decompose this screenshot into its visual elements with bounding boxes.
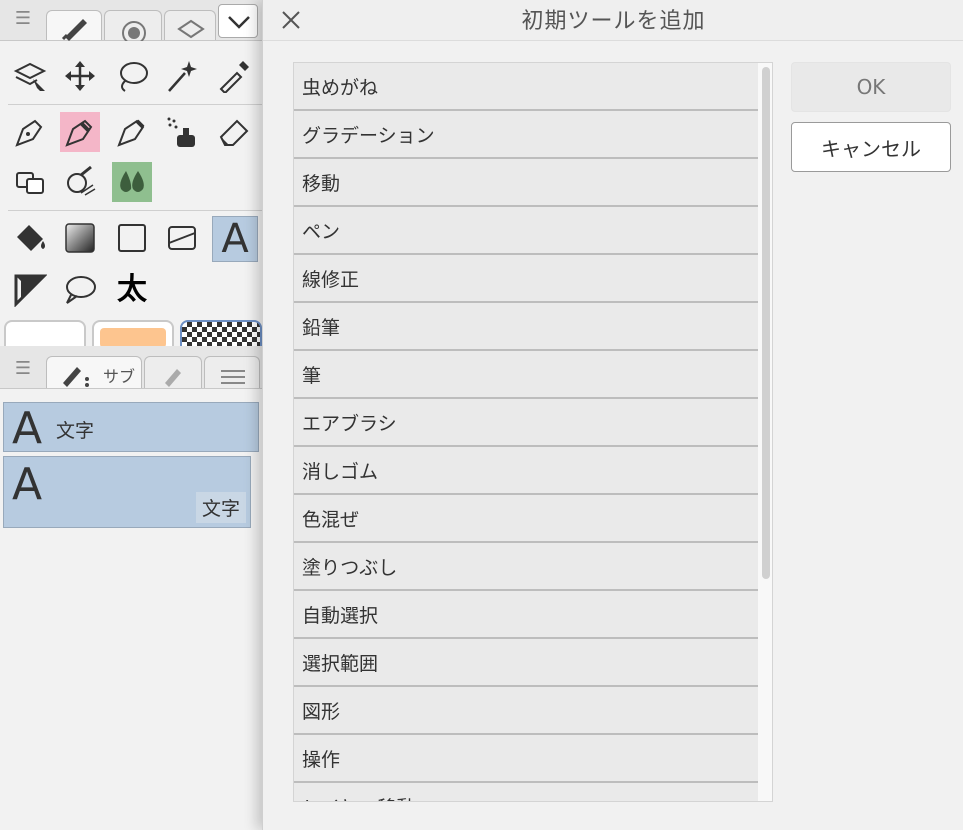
tab-brush-size[interactable] <box>204 356 260 388</box>
pen-tool[interactable] <box>10 112 50 152</box>
airbrush-icon <box>167 117 195 147</box>
droplets-icon <box>120 171 144 192</box>
subtool-tab-strip: ☰ サブ <box>0 346 262 389</box>
nib-icon <box>117 119 145 147</box>
tab-tools[interactable] <box>46 10 102 41</box>
tool-tab-strip: ☰ <box>0 0 262 45</box>
subtool-pen-icon <box>63 367 89 387</box>
subtool-item-label: 文字 <box>195 492 246 523</box>
tool-list-items: 虫めがね グラデーション 移動 ペン 線修正 鉛筆筆エアブラシ 消しゴム 色混ぜ 塗りつぶし 自動… <box>294 63 758 801</box>
property-pen-icon <box>165 369 181 387</box>
tool-list-item[interactable]: 図形 <box>294 687 758 735</box>
ruler-tool[interactable] <box>162 218 202 258</box>
figure-tool[interactable] <box>112 218 152 258</box>
speech-bubble-icon <box>66 276 96 304</box>
paint-bucket-icon <box>17 225 45 251</box>
fill-tool[interactable] <box>10 218 50 258</box>
cancel-button[interactable]: キャンセル <box>791 122 951 172</box>
brush-blend-tool[interactable] <box>60 162 100 202</box>
palette-menu-icon[interactable]: ☰ <box>14 8 32 29</box>
ruler-icon <box>168 226 196 250</box>
eyedropper-icon <box>219 61 249 93</box>
palette-divider <box>8 104 262 105</box>
eraser-icon <box>219 119 249 146</box>
tool-list-item[interactable]: ペン <box>294 207 758 255</box>
layer-select-tool[interactable] <box>10 56 50 96</box>
tool-list-item[interactable]: 移動 <box>294 159 758 207</box>
frame-border-icon <box>14 274 47 307</box>
brush-tab-icon <box>61 19 87 41</box>
lasso-icon <box>120 62 148 92</box>
magic-wand-tool[interactable] <box>162 56 202 96</box>
blend-brush-icon <box>67 165 96 196</box>
ok-button[interactable]: OK <box>791 62 951 112</box>
lasso-tool[interactable] <box>112 56 152 96</box>
blend-tool[interactable] <box>10 162 50 202</box>
airbrush-tool[interactable] <box>162 112 202 152</box>
tool-list-item[interactable]: レイヤー移動 <box>294 783 758 801</box>
chevron-down-icon <box>228 16 250 29</box>
subtool-item-text-large[interactable]: A 文字 <box>3 456 251 528</box>
color-swatch-transparent[interactable] <box>180 320 262 348</box>
text-subtool-icon: A <box>12 403 43 454</box>
tab-subtool[interactable]: サブ <box>46 356 142 388</box>
tab-record[interactable] <box>104 10 162 45</box>
tool-list-item[interactable]: エアブラシ <box>294 399 758 447</box>
tool-list-item[interactable]: 消しゴム <box>294 447 758 495</box>
tool-list-item[interactable]: 色混ぜ <box>294 495 758 543</box>
watercolor-tool[interactable] <box>112 162 152 202</box>
dialog-titlebar: 初期ツールを追加 <box>263 0 963 41</box>
layers-tab-icon <box>177 19 205 39</box>
tool-list-item[interactable]: 選択範囲 <box>294 639 758 687</box>
add-initial-tool-dialog: 初期ツールを追加 虫めがね グラデーション 移動 ペン 線修正 鉛筆筆エアブラシ 消しゴム色… <box>262 0 963 830</box>
tool-list-item[interactable]: 線修正 <box>294 255 758 303</box>
sliders-icon <box>221 370 245 384</box>
tool-list-item[interactable]: 鉛筆 <box>294 303 758 351</box>
tab-tool-property[interactable] <box>144 356 202 388</box>
blend-icon <box>16 172 44 194</box>
eyedropper-tool[interactable] <box>214 56 254 96</box>
marker-nib-icon <box>65 119 93 147</box>
tool-list-item[interactable]: 自動選択 <box>294 591 758 639</box>
marker-tool[interactable] <box>60 112 100 152</box>
tool-list-item[interactable]: 塗りつぶし <box>294 543 758 591</box>
subtool-tab-label: サブ <box>103 367 136 386</box>
pen-nib-icon <box>15 119 43 147</box>
frame-border-tool[interactable] <box>10 270 50 310</box>
tool-list-item[interactable]: 筆 <box>294 351 758 399</box>
bold-glyph: 太 <box>117 272 147 307</box>
tool-list[interactable]: 虫めがね グラデーション 移動 ペン 線修正 鉛筆筆エアブラシ 消しゴム 色混ぜ 塗りつぶし 自動… <box>293 62 773 802</box>
pencil-tool[interactable] <box>112 112 152 152</box>
balloon-tool[interactable] <box>60 270 100 310</box>
dialog-title: 初期ツールを追加 <box>521 9 706 34</box>
subtool-menu-icon[interactable]: ☰ <box>14 358 32 379</box>
text-tool[interactable]: A <box>212 216 258 262</box>
magic-wand-icon <box>168 61 197 92</box>
text-subtool-icon: A <box>12 459 43 510</box>
tool-list-item[interactable]: 操作 <box>294 735 758 783</box>
tool-list-item[interactable]: グラデーション <box>294 111 758 159</box>
palette-dropdown-button[interactable] <box>218 4 258 38</box>
palette-divider <box>8 210 262 211</box>
tool-palette: ☰ A 太 ☰ サブ A 文字 A 文字 <box>0 0 262 830</box>
text-tool-icon: A <box>221 216 249 262</box>
tool-list-scrollbar[interactable] <box>762 67 770 579</box>
layer-select-icon <box>13 62 47 91</box>
subtool-item-label: 文字 <box>56 420 95 442</box>
gradient-tool[interactable] <box>60 218 100 258</box>
eraser-tool[interactable] <box>214 112 254 152</box>
subtool-item-text[interactable]: A 文字 <box>3 402 259 452</box>
bold-line-tool[interactable]: 太 <box>112 270 152 310</box>
color-swatch-white[interactable] <box>4 320 86 348</box>
color-swatch-orange[interactable] <box>92 320 174 348</box>
record-icon <box>122 21 146 45</box>
move-icon <box>65 61 95 91</box>
rectangle-icon <box>118 224 146 252</box>
move-tool[interactable] <box>60 56 100 96</box>
tool-list-item[interactable]: 虫めがね <box>294 63 758 111</box>
gradient-icon <box>65 223 95 253</box>
tab-layers[interactable] <box>164 10 216 40</box>
